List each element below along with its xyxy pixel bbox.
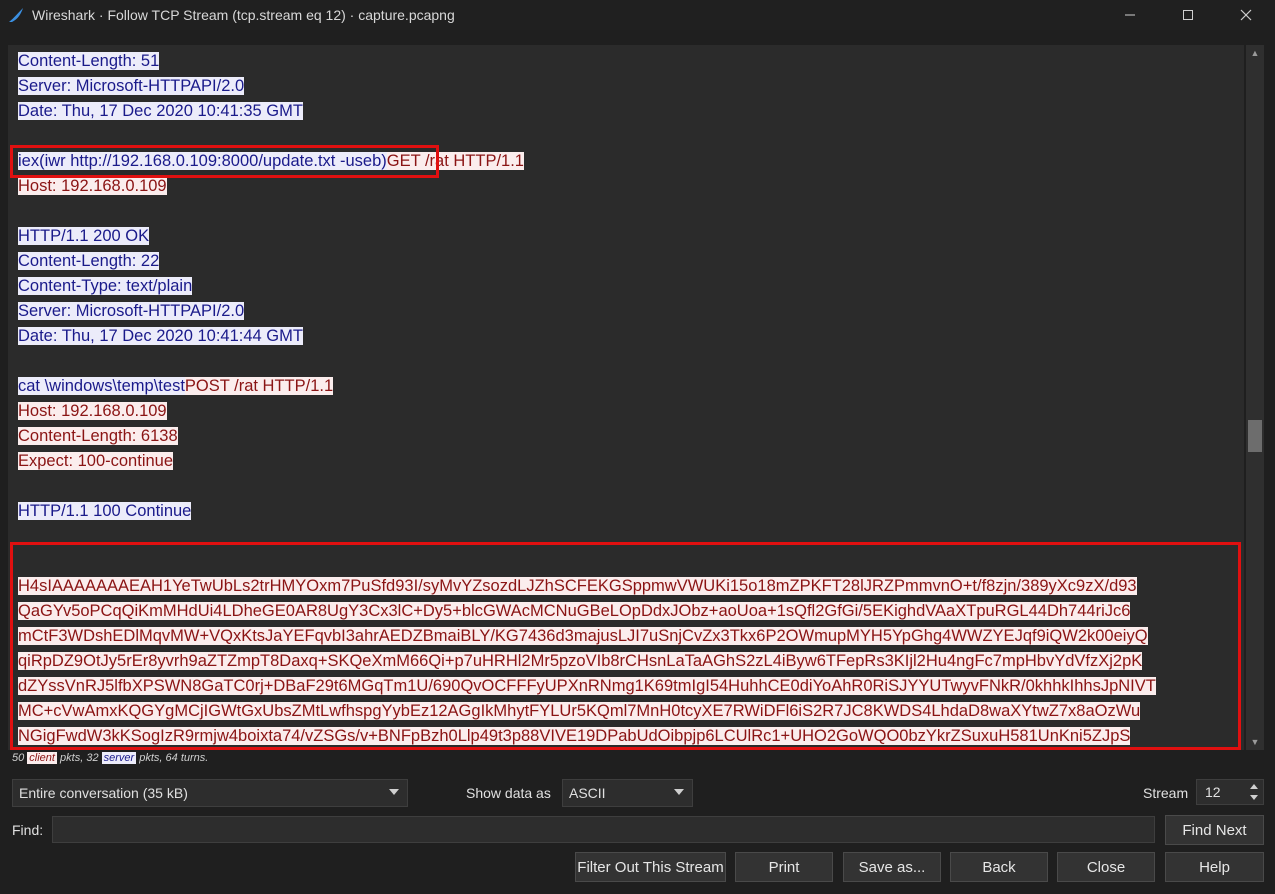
server-data-segment: Content-Length: 22	[18, 252, 160, 270]
stream-line: Host: 192.168.0.109	[18, 399, 167, 424]
stream-line: HTTP/1.1 200 OK	[18, 224, 150, 249]
minimize-icon[interactable]	[1101, 0, 1159, 30]
stream-line: Content-Length: 6138	[18, 424, 178, 449]
find-next-label: Find Next	[1182, 821, 1247, 839]
show-data-as-select[interactable]: ASCII	[562, 779, 693, 807]
scroll-down-icon[interactable]: ▼	[1246, 734, 1264, 750]
spin-down-icon[interactable]	[1250, 795, 1258, 800]
help-button[interactable]: Help	[1165, 852, 1264, 882]
stream-line: Server: Microsoft-HTTPAPI/2.0	[18, 299, 245, 324]
server-data-segment: Date: Thu, 17 Dec 2020 10:41:44 GMT	[18, 327, 303, 345]
find-label: Find:	[12, 822, 44, 838]
client-pkt-count: 50	[12, 752, 28, 764]
server-tag: server	[101, 752, 137, 764]
chevron-down-icon	[389, 789, 399, 795]
stream-summary: 50 client pkts, 32 server pkts, 64 turns…	[12, 752, 208, 764]
scroll-up-icon[interactable]: ▲	[1246, 45, 1264, 61]
client-tag: client	[27, 752, 57, 764]
server-data-segment: cat \windows\temp\test	[18, 377, 185, 395]
window-title: Wireshark · Follow TCP Stream (tcp.strea…	[32, 7, 455, 23]
stream-scrollbar[interactable]: ▲ ▼	[1246, 45, 1264, 750]
stream-line: cat \windows\temp\testPOST /rat HTTP/1.1	[18, 374, 334, 399]
find-input[interactable]	[52, 816, 1155, 843]
close-label: Close	[1086, 858, 1126, 876]
server-data-segment: HTTP/1.1 100 Continue	[18, 502, 192, 520]
conversation-select-value: Entire conversation (35 kB)	[19, 785, 188, 801]
close-icon[interactable]	[1217, 0, 1275, 30]
save-as-label: Save as...	[858, 858, 926, 876]
back-button[interactable]: Back	[950, 852, 1048, 882]
client-data-segment: Host: 192.168.0.109	[18, 402, 167, 420]
help-label: Help	[1199, 858, 1230, 876]
stream-number-value: 12	[1205, 784, 1221, 800]
server-pkt-count: pkts, 32	[56, 752, 102, 764]
stream-number-spinner[interactable]: 12	[1196, 779, 1264, 805]
find-next-button[interactable]: Find Next	[1165, 815, 1264, 845]
print-label: Print	[768, 858, 800, 876]
stream-line: Content-Type: text/plain	[18, 274, 193, 299]
stream-line: HTTP/1.1 100 Continue	[18, 499, 192, 524]
client-data-segment: POST /rat HTTP/1.1	[184, 377, 334, 395]
highlight-box-command	[10, 145, 439, 178]
chevron-down-icon	[674, 789, 684, 795]
filter-out-stream-button[interactable]: Filter Out This Stream	[575, 852, 726, 882]
wireshark-fin-icon	[8, 7, 24, 23]
save-as-button[interactable]: Save as...	[843, 852, 941, 882]
conversation-select[interactable]: Entire conversation (35 kB)	[12, 779, 408, 807]
stream-line: Date: Thu, 17 Dec 2020 10:41:44 GMT	[18, 324, 303, 349]
client-data-segment: Host: 192.168.0.109	[18, 177, 167, 195]
show-data-as-value: ASCII	[569, 785, 606, 801]
scrollbar-thumb[interactable]	[1248, 420, 1262, 452]
server-data-segment: Server: Microsoft-HTTPAPI/2.0	[18, 77, 245, 95]
title-bar: Wireshark · Follow TCP Stream (tcp.strea…	[0, 0, 1275, 30]
spin-up-icon[interactable]	[1250, 784, 1258, 789]
stream-line: Server: Microsoft-HTTPAPI/2.0	[18, 74, 245, 99]
print-button[interactable]: Print	[735, 852, 833, 882]
close-button[interactable]: Close	[1057, 852, 1155, 882]
maximize-icon[interactable]	[1159, 0, 1217, 30]
server-data-segment: Content-Length: 51	[18, 52, 160, 70]
highlight-box-payload	[10, 542, 1241, 750]
server-data-segment: Server: Microsoft-HTTPAPI/2.0	[18, 302, 245, 320]
show-data-as-label: Show data as	[466, 785, 551, 801]
back-label: Back	[982, 858, 1016, 876]
filter-out-label: Filter Out This Stream	[577, 858, 724, 876]
client-data-segment: Expect: 100-continue	[18, 452, 174, 470]
server-data-segment: Content-Type: text/plain	[18, 277, 193, 295]
stream-line: Content-Length: 22	[18, 249, 160, 274]
stream-line: Date: Thu, 17 Dec 2020 10:41:35 GMT	[18, 99, 303, 124]
stream-label: Stream	[1143, 785, 1189, 801]
stream-line: Content-Length: 51	[18, 49, 160, 74]
stream-line: Expect: 100-continue	[18, 449, 174, 474]
server-data-segment: Date: Thu, 17 Dec 2020 10:41:35 GMT	[18, 102, 303, 120]
server-data-segment: HTTP/1.1 200 OK	[18, 227, 150, 245]
client-data-segment: Content-Length: 6138	[18, 427, 178, 445]
turns-count: pkts, 64 turns.	[136, 752, 209, 764]
